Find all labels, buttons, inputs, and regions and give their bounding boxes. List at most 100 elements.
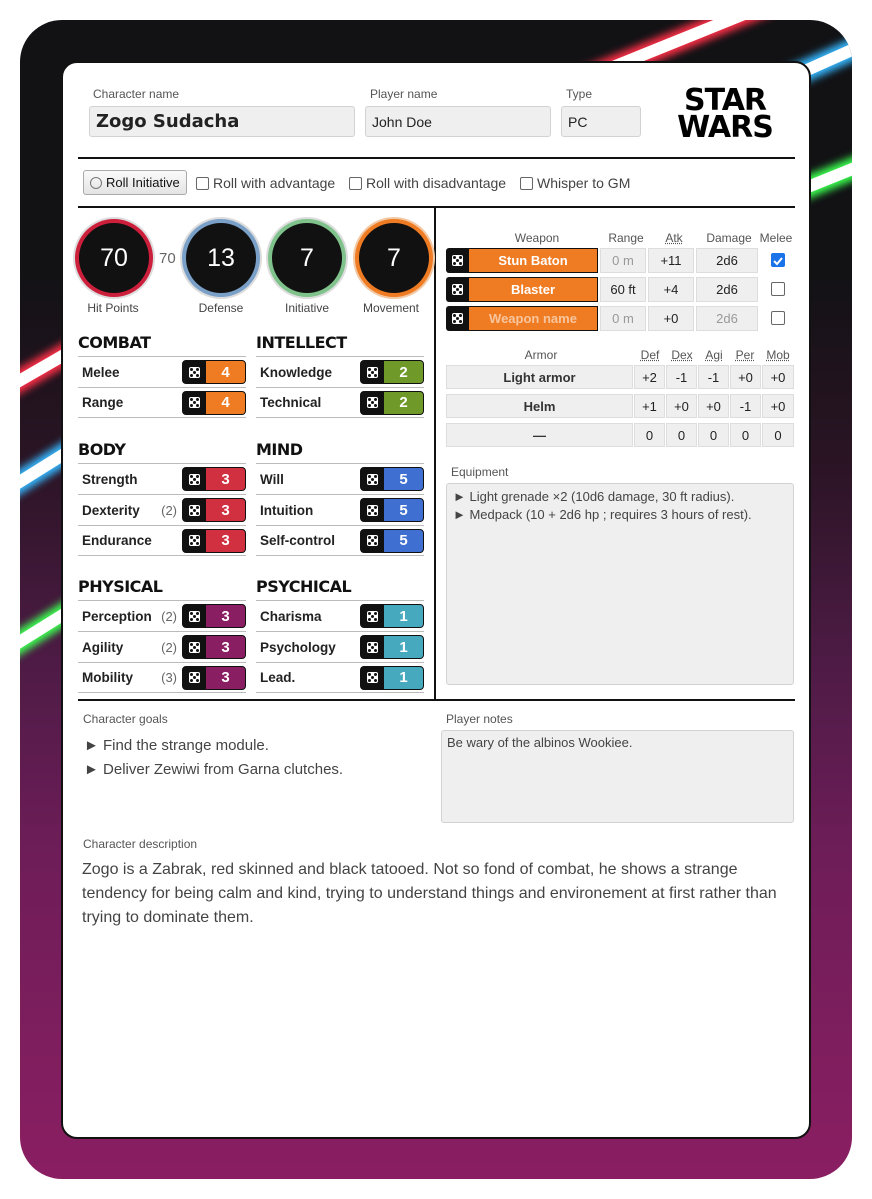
armor-name[interactable]: Helm bbox=[446, 394, 633, 418]
advantage-checkbox[interactable]: Roll with advantage bbox=[196, 175, 335, 191]
dice-icon bbox=[367, 672, 378, 683]
skill-roll-button[interactable]: 3 bbox=[182, 528, 246, 553]
armor-dex[interactable]: +0 bbox=[666, 394, 697, 418]
weapon-atk[interactable]: +11 bbox=[648, 248, 694, 273]
goals-list[interactable]: ► Find the strange module. ► Deliver Zew… bbox=[84, 734, 343, 782]
skill-roll-button[interactable]: 5 bbox=[360, 528, 424, 553]
weapon-name[interactable]: Weapon name bbox=[468, 306, 598, 331]
armor-per[interactable]: +0 bbox=[730, 365, 761, 389]
weapon-roll-button[interactable] bbox=[446, 277, 468, 302]
whisper-checkbox[interactable]: Whisper to GM bbox=[520, 175, 630, 191]
melee-checkbox[interactable] bbox=[771, 253, 785, 267]
skill-name: Dexterity bbox=[82, 502, 140, 518]
weapon-range[interactable]: 60 ft bbox=[600, 277, 646, 302]
skill-roll-button[interactable]: 4 bbox=[182, 360, 246, 384]
skill-row-range[interactable]: Range 4 bbox=[78, 387, 246, 418]
skill-roll-button[interactable]: 1 bbox=[360, 635, 424, 659]
movement-circle[interactable]: 7 bbox=[359, 223, 429, 293]
armor-agi[interactable]: +0 bbox=[698, 394, 729, 418]
physical-group-title: PHYSICAL bbox=[78, 577, 163, 596]
skill-row-lead[interactable]: Lead. 1 bbox=[256, 662, 424, 693]
skill-roll-button[interactable]: 4 bbox=[182, 390, 246, 415]
skill-roll-button[interactable]: 5 bbox=[360, 498, 424, 522]
defense-value: 13 bbox=[207, 243, 235, 272]
melee-checkbox[interactable] bbox=[771, 311, 785, 325]
roll-initiative-button[interactable]: Roll Initiative bbox=[83, 170, 187, 195]
disadvantage-checkbox[interactable]: Roll with disadvantage bbox=[349, 175, 506, 191]
damage-header: Damage bbox=[706, 231, 752, 245]
armor-mob[interactable]: 0 bbox=[762, 423, 794, 447]
equipment-textarea[interactable]: ► Light grenade ×2 (10d6 damage, 30 ft r… bbox=[446, 483, 794, 685]
armor-per[interactable]: 0 bbox=[730, 423, 761, 447]
skill-roll-button[interactable]: 1 bbox=[360, 665, 424, 690]
description-text[interactable]: Zogo is a Zabrak, red skinned and black … bbox=[82, 858, 792, 930]
armor-def[interactable]: +2 bbox=[634, 365, 665, 389]
skill-roll-button[interactable]: 3 bbox=[182, 635, 246, 659]
divider bbox=[78, 206, 795, 208]
armor-mob[interactable]: +0 bbox=[762, 365, 794, 389]
armor-dex[interactable]: 0 bbox=[666, 423, 697, 447]
skill-row-endurance[interactable]: Endurance 3 bbox=[78, 525, 246, 556]
logo-line-2: WARS bbox=[677, 110, 774, 145]
player-name-label: Player name bbox=[370, 87, 438, 101]
skill-row-agility[interactable]: Agility (2) 3 bbox=[78, 631, 246, 662]
weapon-range[interactable]: 0 m bbox=[600, 248, 646, 273]
skill-row-self-control[interactable]: Self-control 5 bbox=[256, 525, 424, 556]
weapon-atk[interactable]: +4 bbox=[648, 277, 694, 302]
skill-row-melee[interactable]: Melee 4 bbox=[78, 356, 246, 387]
skill-row-will[interactable]: Will 5 bbox=[256, 463, 424, 494]
initiative-circle[interactable]: 7 bbox=[272, 223, 342, 293]
armor-def[interactable]: 0 bbox=[634, 423, 665, 447]
skill-row-mobility[interactable]: Mobility (3) 3 bbox=[78, 662, 246, 693]
equipment-item: ► Medpack (10 + 2d6 hp ; requires 3 hour… bbox=[453, 507, 752, 522]
skill-row-intuition[interactable]: Intuition 5 bbox=[256, 494, 424, 525]
armor-row: Helm +1 +0 +0 -1 +0 bbox=[446, 394, 794, 418]
skill-row-perception[interactable]: Perception (2) 3 bbox=[78, 600, 246, 631]
hit-points-max: 70 bbox=[159, 250, 176, 267]
skill-roll-button[interactable]: 3 bbox=[182, 467, 246, 491]
melee-checkbox[interactable] bbox=[771, 282, 785, 296]
defense-circle[interactable]: 13 bbox=[186, 223, 256, 293]
skill-name: Melee bbox=[82, 364, 120, 380]
weapon-roll-button[interactable] bbox=[446, 306, 468, 331]
skill-roll-button[interactable]: 2 bbox=[360, 390, 424, 415]
char-name-input[interactable]: Zogo Sudacha bbox=[89, 106, 355, 137]
weapon-damage[interactable]: 2d6 bbox=[696, 306, 758, 331]
skill-roll-button[interactable]: 3 bbox=[182, 498, 246, 522]
skill-row-charisma[interactable]: Charisma 1 bbox=[256, 600, 424, 631]
weapon-name[interactable]: Blaster bbox=[468, 277, 598, 302]
armor-mob[interactable]: +0 bbox=[762, 394, 794, 418]
weapon-atk[interactable]: +0 bbox=[648, 306, 694, 331]
armor-agi[interactable]: -1 bbox=[698, 365, 729, 389]
armor-row: —0 0 0 0 0 bbox=[446, 423, 794, 447]
skill-roll-button[interactable]: 3 bbox=[182, 665, 246, 690]
skill-roll-button[interactable]: 1 bbox=[360, 604, 424, 628]
skill-roll-button[interactable]: 5 bbox=[360, 467, 424, 491]
armor-dex[interactable]: -1 bbox=[666, 365, 697, 389]
skill-row-dexterity[interactable]: Dexterity (2) 3 bbox=[78, 494, 246, 525]
player-name-input[interactable]: John Doe bbox=[365, 106, 551, 137]
armor-agi[interactable]: 0 bbox=[698, 423, 729, 447]
weapon-damage[interactable]: 2d6 bbox=[696, 277, 758, 302]
skill-value: 3 bbox=[206, 636, 245, 658]
skill-row-strength[interactable]: Strength 3 bbox=[78, 463, 246, 494]
player-notes-textarea[interactable]: Be wary of the albinos Wookiee. bbox=[441, 730, 794, 823]
skill-roll-button[interactable]: 2 bbox=[360, 360, 424, 384]
armor-def[interactable]: +1 bbox=[634, 394, 665, 418]
defense-label: Defense bbox=[198, 301, 244, 315]
skill-row-technical[interactable]: Technical 2 bbox=[256, 387, 424, 418]
weapon-roll-button[interactable] bbox=[446, 248, 468, 273]
skill-roll-button[interactable]: 3 bbox=[182, 604, 246, 628]
weapon-range[interactable]: 0 m bbox=[600, 306, 646, 331]
armor-per[interactable]: -1 bbox=[730, 394, 761, 418]
skill-row-psychology[interactable]: Psychology 1 bbox=[256, 631, 424, 662]
skill-name: Lead. bbox=[260, 670, 296, 685]
weapon-name[interactable]: Stun Baton bbox=[468, 248, 598, 273]
weapon-damage[interactable]: 2d6 bbox=[696, 248, 758, 273]
armor-name[interactable]: — bbox=[446, 423, 633, 447]
hit-points-circle[interactable]: 70 bbox=[79, 223, 149, 293]
skill-name: Knowledge bbox=[260, 364, 333, 380]
armor-name[interactable]: Light armor bbox=[446, 365, 633, 389]
type-input[interactable]: PC bbox=[561, 106, 641, 137]
skill-row-knowledge[interactable]: Knowledge 2 bbox=[256, 356, 424, 387]
